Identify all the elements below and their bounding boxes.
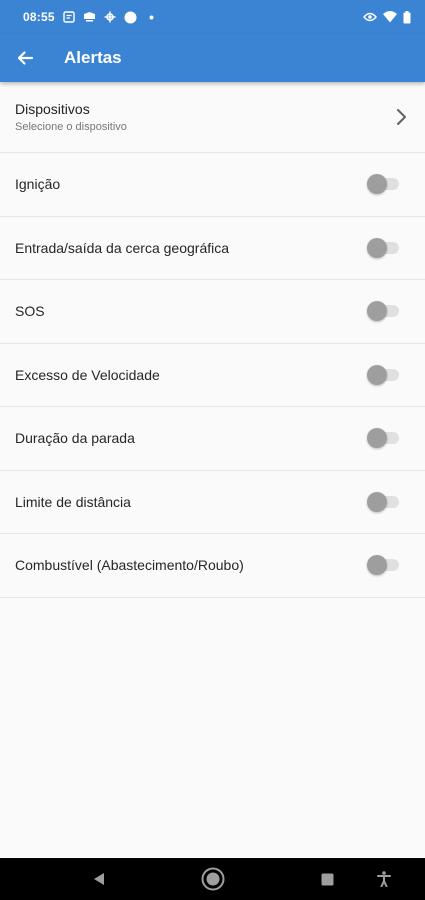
toggle-thumb xyxy=(367,555,387,576)
alert-row-geofence: Entrada/saída da cerca geográfica xyxy=(0,217,425,280)
fuel-toggle[interactable] xyxy=(367,555,401,576)
page-title: Alertas xyxy=(64,48,122,67)
toggle-thumb xyxy=(367,301,387,322)
notes-icon xyxy=(63,11,75,23)
nav-home-button[interactable] xyxy=(200,858,226,900)
alert-label: SOS xyxy=(15,303,45,320)
device-selector-texts: Dispositivos Selecione o dispositivo xyxy=(15,101,391,133)
back-triangle-icon xyxy=(93,872,105,886)
alert-row-ignition: Ignição xyxy=(0,153,425,217)
alert-label: Excesso de Velocidade xyxy=(15,366,160,383)
dot-icon xyxy=(149,15,154,20)
app-bar: Alertas xyxy=(0,34,425,82)
alert-row-distance-limit: Limite de distância xyxy=(0,471,425,534)
device-selector[interactable]: Dispositivos Selecione o dispositivo xyxy=(0,82,425,153)
stop-duration-toggle[interactable] xyxy=(367,428,401,449)
arrow-left-icon xyxy=(16,49,34,67)
system-nav-bar xyxy=(0,858,425,900)
alert-label: Combustível (Abastecimento/Roubo) xyxy=(15,557,244,574)
toggle-thumb xyxy=(367,174,387,195)
home-circle-icon xyxy=(201,867,225,891)
toggle-thumb xyxy=(367,428,387,449)
overspeed-toggle[interactable] xyxy=(367,364,401,385)
nav-recents-button[interactable] xyxy=(314,858,340,900)
recents-square-icon xyxy=(321,873,334,886)
toggle-thumb xyxy=(367,237,387,258)
status-icons-right xyxy=(363,10,411,24)
device-selector-title: Dispositivos xyxy=(15,101,90,117)
toggle-thumb xyxy=(367,364,387,385)
status-icons-left xyxy=(63,11,154,24)
alert-row-overspeed: Excesso de Velocidade xyxy=(0,344,425,407)
alert-row-fuel: Combustível (Abastecimento/Roubo) xyxy=(0,534,425,598)
status-time: 08:55 xyxy=(23,10,55,24)
accessibility-icon xyxy=(377,871,391,887)
sos-toggle[interactable] xyxy=(367,301,401,322)
chevron-right-icon xyxy=(391,107,411,127)
eye-icon xyxy=(363,12,377,22)
back-button[interactable] xyxy=(0,34,50,82)
distance-limit-toggle[interactable] xyxy=(367,491,401,512)
settings-icon xyxy=(104,11,116,23)
nav-accessibility-button[interactable] xyxy=(372,858,396,900)
device-selector-subtitle: Selecione o dispositivo xyxy=(15,121,127,133)
circle-icon xyxy=(124,11,137,24)
alert-row-sos: SOS xyxy=(0,280,425,344)
toggle-thumb xyxy=(367,491,387,512)
alert-label: Limite de distância xyxy=(15,493,131,510)
ignition-toggle[interactable] xyxy=(367,174,401,195)
status-bar: 08:55 xyxy=(0,0,425,34)
wifi-icon xyxy=(383,11,397,23)
alert-label: Entrada/saída da cerca geográfica xyxy=(15,239,230,256)
alerts-content: Dispositivos Selecione o dispositivo Ign… xyxy=(0,82,425,598)
geofence-toggle[interactable] xyxy=(367,237,401,258)
message-icon xyxy=(83,11,96,23)
battery-icon xyxy=(403,10,411,24)
nav-back-button[interactable] xyxy=(86,858,112,900)
alert-label: Ignição xyxy=(15,176,61,193)
alert-row-stop-duration: Duração da parada xyxy=(0,407,425,471)
alert-label: Duração da parada xyxy=(15,430,135,447)
